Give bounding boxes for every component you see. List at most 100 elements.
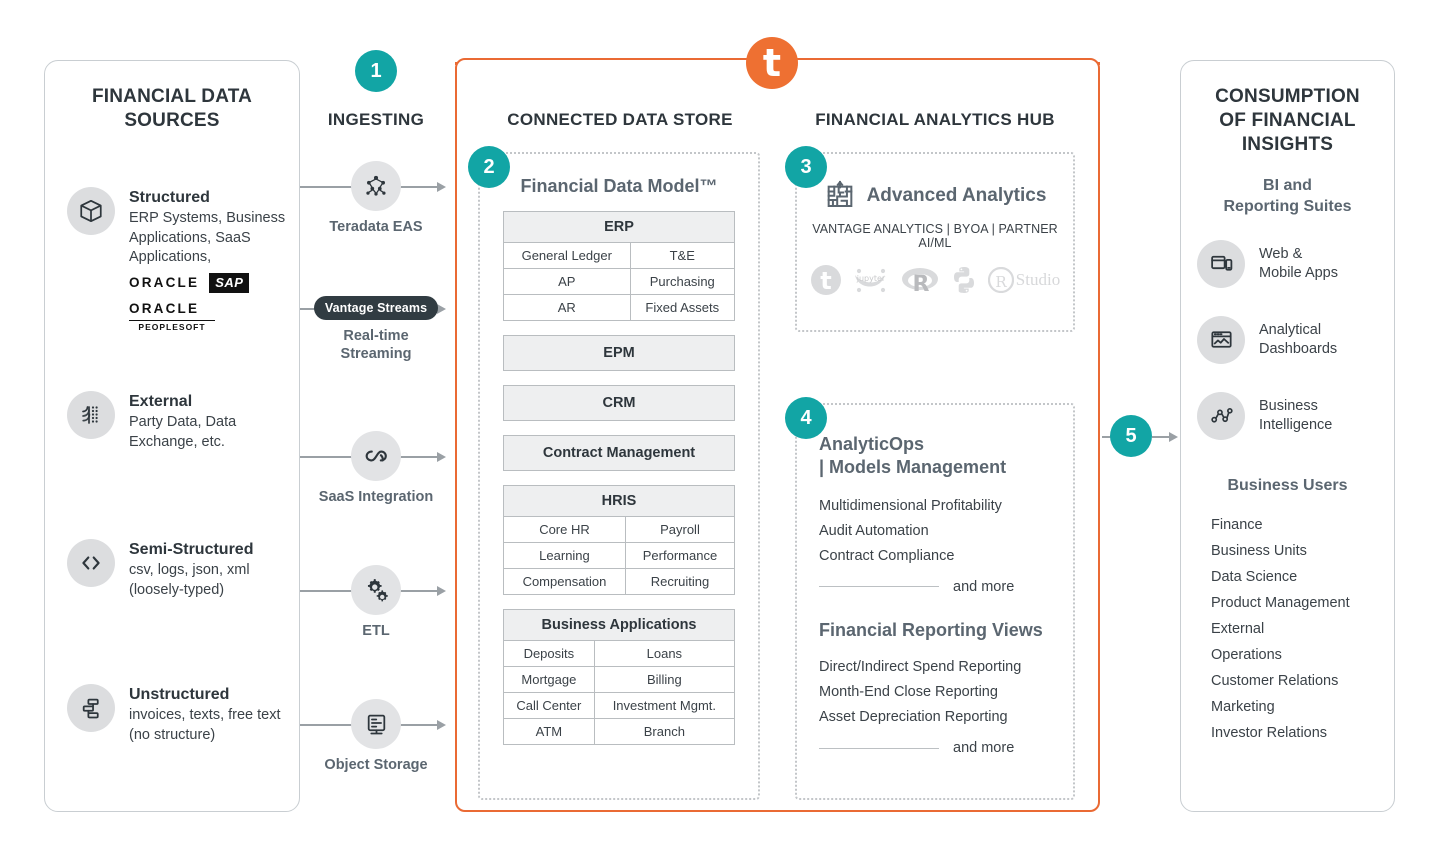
data-cell: General Ledger [503,242,631,269]
ingesting-column: 1 INGESTING Teradata EAS Vantage Streams… [306,50,446,812]
data-cell: ATM [503,718,595,745]
financial-reporting-views-heading: Financial Reporting Views [819,619,1043,640]
advanced-analytics-subtitle: VANTAGE ANALYTICS | BYOA | PARTNER AI/ML [812,222,1058,250]
ingest-node-streaming: Vantage Streams Real-time Streaming [306,296,446,363]
reporting-item: Month-End Close Reporting [819,684,998,701]
source-item-semi-structured: Semi-Structured csv, logs, json, xml (lo… [67,539,287,600]
business-user-item: Data Science [1211,568,1298,585]
ingest-label: Real-time Streaming [340,328,412,362]
code-brackets-icon [67,539,115,587]
data-cell: Learning [503,542,626,569]
ingest-node-saas: SaaS Integration [306,431,446,507]
nodes-network-icon [351,161,401,211]
data-group-crm: CRM [503,385,735,421]
reporting-item: Asset Depreciation Reporting [819,709,1008,726]
data-group-business-applications: Business Applications Deposits Loans Mortga… [503,609,736,745]
step-badge-1: 1 [355,50,397,92]
arrowhead-consume [1169,432,1178,442]
analyticops-heading-line2: | Models Management [819,456,1007,477]
teradata-logo: t [746,37,798,89]
data-cell: Deposits [503,640,595,667]
business-user-item: Finance [1211,516,1263,533]
divider-rule [819,747,939,749]
bi-suites-heading: BI and Reporting Suites [1223,177,1352,216]
svg-text:t: t [820,267,831,295]
reporting-item-list: Direct/Indirect Spend Reporting Month-End… [819,655,1051,730]
business-user-item: Product Management [1211,594,1350,611]
source-item-external: External Party Data, Data Exchange, etc. [67,391,287,452]
reporting-and-more: and more [819,740,1051,756]
source-text-unstructured: Unstructured invoices, texts, free text … [129,684,287,745]
r-logo-grey: R [900,264,940,296]
data-cell: Payroll [624,516,736,543]
connected-data-store-title: CONNECTED DATA STORE [507,110,733,129]
ingest-node-teradata-eas: Teradata EAS [306,161,446,237]
data-cell: Purchasing [629,268,736,295]
analyticops-heading: AnalyticOps | Models Management [819,433,1051,478]
data-group-row: Call Center Investment Mgmt. [503,692,736,719]
vantage-streams-pill: Vantage Streams [313,296,439,320]
maze-circuit-icon [824,180,856,212]
source-heading: External [129,393,193,410]
analyticops-box: AnalyticOps | Models Management Multidim… [795,403,1075,800]
data-group-hris: HRIS Core HR Payroll Learning Performance Com… [503,485,736,595]
data-group-row: ATM Branch [503,718,736,745]
network-graph-icon [1197,391,1245,440]
data-cell: Branch [593,718,736,745]
data-group-epm: EPM [503,335,735,371]
source-item-unstructured: Unstructured invoices, texts, free text … [67,684,287,745]
teradata-logo-grey: t [810,264,842,296]
data-cell: T&E [629,242,736,269]
ingest-label: Object Storage [324,757,428,773]
business-user-item: External [1211,620,1265,637]
business-users-list: Finance Business Units Data Science Product… [1181,517,1394,741]
financial-data-model-title: Financial Data Model™ [520,176,718,196]
analyticops-item: Multidimensional Profitability [819,498,1002,514]
documents-icon [67,684,115,732]
financial-data-sources-panel: FINANCIAL DATA SOURCES Structured ERP Sys… [44,60,300,812]
consumption-item-bi: Business Intelligence [1197,391,1394,440]
data-cell: Recruiting [624,568,736,595]
business-user-item: Business Units [1211,542,1307,559]
ingest-label: ETL [362,623,390,639]
business-user-item: Marketing [1211,698,1275,715]
source-heading: Semi-Structured [129,541,254,558]
data-cell: AR [503,294,631,321]
rstudio-logo-text: Studio [1015,270,1061,289]
analyticops-heading-line1: AnalyticOps [819,434,925,454]
financial-analytics-hub-title: FINANCIAL ANALYTICS HUB [815,110,1055,129]
source-heading: Structured [129,189,210,206]
data-group-row: Learning Performance [503,542,736,569]
oracle-peoplesoft-logo: ORACLE [129,301,200,317]
and-more-label: and more [953,578,1015,595]
data-group-row: Compensation Recruiting [503,568,736,595]
analyticops-item-list: Multidimensional Profitability Audit Auto… [819,494,1051,569]
business-user-item: Customer Relations [1211,672,1339,689]
data-group-contract-management: Contract Management [503,435,735,471]
data-group-erp: ERP General Ledger T&E AP Purchasing AR Fixed … [503,211,736,321]
step-badge-5: 5 [1110,415,1152,457]
data-group-header: HRIS [503,485,735,517]
dashboard-chart-icon [1197,315,1245,364]
step-badge-2: 2 [468,146,510,188]
source-desc: invoices, texts, free text (no structure… [129,707,281,743]
data-cell: Fixed Assets [629,294,736,321]
data-group-row: Deposits Loans [503,640,736,667]
sap-logo: SAP [209,273,250,294]
data-group-header: ERP [503,211,735,243]
step-badge-3: 3 [785,146,827,188]
box-icon [67,187,115,235]
consumption-panel: CONSUMPTION OF FINANCIAL INSIGHTS BI and Re… [1180,60,1395,812]
data-group-row: AP Purchasing [503,268,736,295]
data-cell: Investment Mgmt. [593,692,736,719]
svg-text:R: R [912,272,929,296]
divider-rule [819,586,939,588]
data-group-row: Core HR Payroll [503,516,736,543]
consumption-label: Web & Mobile Apps [1259,246,1338,281]
diagram-canvas: FINANCIAL DATA SOURCES Structured ERP Sys… [0,0,1440,850]
oracle-logo: ORACLE [129,275,200,291]
svg-text:jupyter: jupyter [856,274,886,283]
data-cell: AP [503,268,631,295]
data-cell: Call Center [503,692,595,719]
advanced-analytics-box: Advanced Analytics VANTAGE ANALYTICS | B… [795,152,1075,332]
